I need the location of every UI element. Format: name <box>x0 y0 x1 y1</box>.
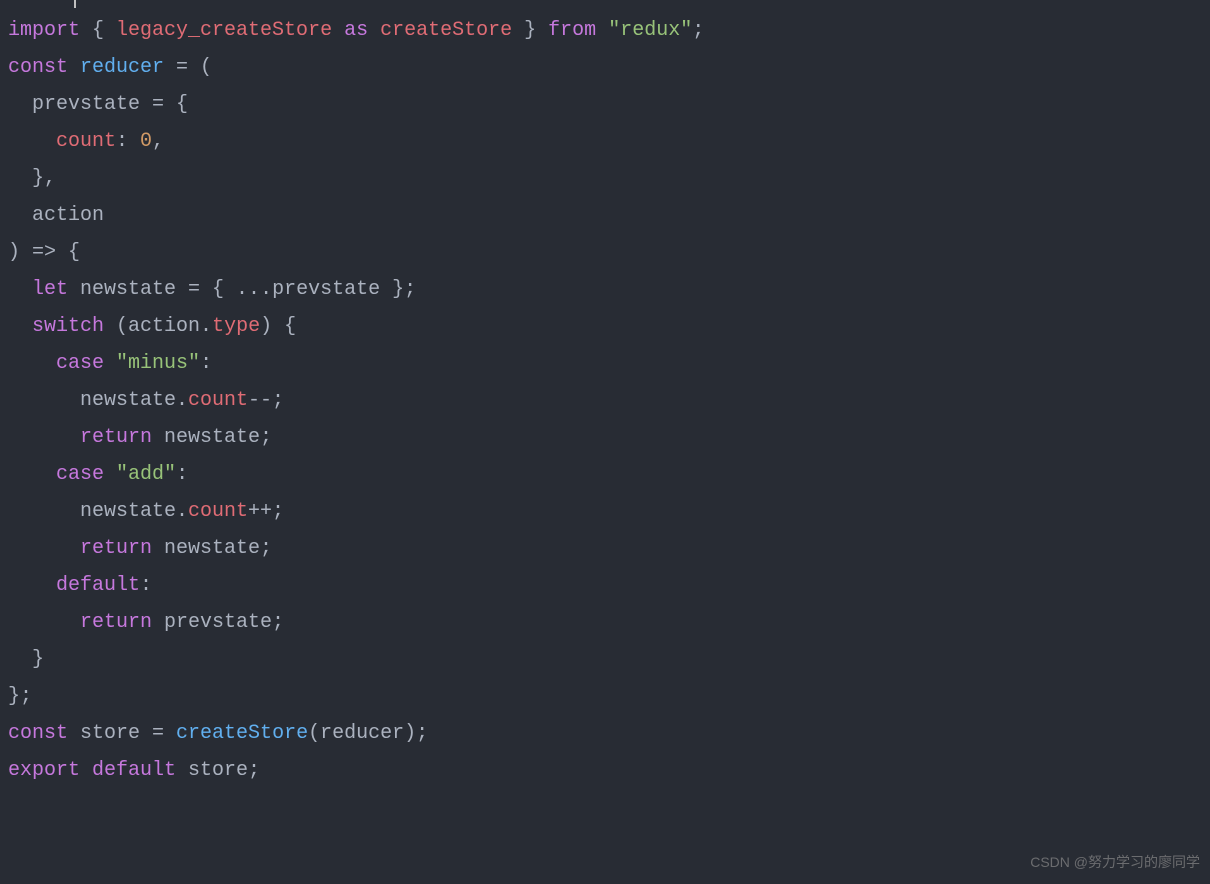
code-text: newstate. <box>8 389 188 412</box>
string-literal: "add" <box>116 463 176 486</box>
code-text: } <box>512 19 548 42</box>
keyword-return: return <box>80 611 152 634</box>
code-line: }; <box>8 678 1202 715</box>
code-text <box>104 352 116 375</box>
code-line: }, <box>8 160 1202 197</box>
cursor-marker <box>74 0 76 8</box>
code-line: case "add": <box>8 456 1202 493</box>
code-text: (reducer); <box>308 722 428 745</box>
code-text <box>332 19 344 42</box>
code-text <box>104 463 116 486</box>
code-text <box>8 278 32 301</box>
code-line: const store = createStore(reducer); <box>8 715 1202 752</box>
code-text: newstate; <box>152 537 272 560</box>
property: count <box>56 130 116 153</box>
code-text: ) => { <box>8 241 80 264</box>
code-line: } <box>8 641 1202 678</box>
code-text <box>368 19 380 42</box>
keyword-default: default <box>92 759 176 782</box>
code-line: const reducer = ( <box>8 49 1202 86</box>
code-text: : <box>116 130 140 153</box>
code-text: }, <box>8 167 56 190</box>
code-text <box>80 759 92 782</box>
string-literal: "minus" <box>116 352 200 375</box>
code-editor[interactable]: import { legacy_createStore as createSto… <box>8 12 1202 789</box>
keyword-const: const <box>8 56 68 79</box>
keyword-return: return <box>80 537 152 560</box>
keyword-default: default <box>56 574 140 597</box>
property: count <box>188 389 248 412</box>
code-line: newstate.count++; <box>8 493 1202 530</box>
code-text: }; <box>8 685 32 708</box>
code-line: ) => { <box>8 234 1202 271</box>
code-text: newstate = { ...prevstate }; <box>68 278 416 301</box>
keyword-switch: switch <box>32 315 104 338</box>
code-line: newstate.count--; <box>8 382 1202 419</box>
code-text: --; <box>248 389 284 412</box>
code-text: { <box>80 19 116 42</box>
keyword-import: import <box>8 19 80 42</box>
code-text <box>68 56 80 79</box>
code-text: store = <box>68 722 176 745</box>
code-text <box>8 426 80 449</box>
code-text: } <box>8 648 44 671</box>
number-literal: 0 <box>140 130 152 153</box>
code-line: case "minus": <box>8 345 1202 382</box>
code-line: default: <box>8 567 1202 604</box>
string-literal: "redux" <box>608 19 692 42</box>
code-text: prevstate; <box>152 611 284 634</box>
code-text: ++; <box>248 500 284 523</box>
code-text: : <box>176 463 188 486</box>
code-line: return prevstate; <box>8 604 1202 641</box>
code-text <box>8 463 56 486</box>
code-text: store; <box>176 759 260 782</box>
keyword-from: from <box>548 19 596 42</box>
code-text: ) { <box>260 315 296 338</box>
code-text: : <box>140 574 152 597</box>
identifier: legacy_createStore <box>116 19 332 42</box>
code-text: action <box>8 204 104 227</box>
code-text <box>8 315 32 338</box>
keyword-as: as <box>344 19 368 42</box>
property: count <box>188 500 248 523</box>
code-text: prevstate = { <box>8 93 188 116</box>
code-line: prevstate = { <box>8 86 1202 123</box>
keyword-let: let <box>32 278 68 301</box>
keyword-case: case <box>56 352 104 375</box>
code-text <box>8 130 56 153</box>
watermark-text: CSDN @努力学习的廖同学 <box>1030 850 1200 876</box>
keyword-export: export <box>8 759 80 782</box>
code-text <box>596 19 608 42</box>
code-line: return newstate; <box>8 530 1202 567</box>
code-text: newstate; <box>152 426 272 449</box>
code-line: return newstate; <box>8 419 1202 456</box>
keyword-return: return <box>80 426 152 449</box>
code-text <box>8 574 56 597</box>
code-text: (action. <box>104 315 212 338</box>
code-text: ; <box>692 19 704 42</box>
code-text <box>8 352 56 375</box>
code-text: : <box>200 352 212 375</box>
code-text: = ( <box>164 56 212 79</box>
code-line: import { legacy_createStore as createSto… <box>8 12 1202 49</box>
code-line: action <box>8 197 1202 234</box>
code-line: switch (action.type) { <box>8 308 1202 345</box>
identifier: createStore <box>380 19 512 42</box>
code-text <box>8 611 80 634</box>
function-call: createStore <box>176 722 308 745</box>
function-name: reducer <box>80 56 164 79</box>
code-line: count: 0, <box>8 123 1202 160</box>
property: type <box>212 315 260 338</box>
keyword-const: const <box>8 722 68 745</box>
code-text: , <box>152 130 164 153</box>
code-line: export default store; <box>8 752 1202 789</box>
keyword-case: case <box>56 463 104 486</box>
code-line: let newstate = { ...prevstate }; <box>8 271 1202 308</box>
code-text <box>8 537 80 560</box>
code-text: newstate. <box>8 500 188 523</box>
